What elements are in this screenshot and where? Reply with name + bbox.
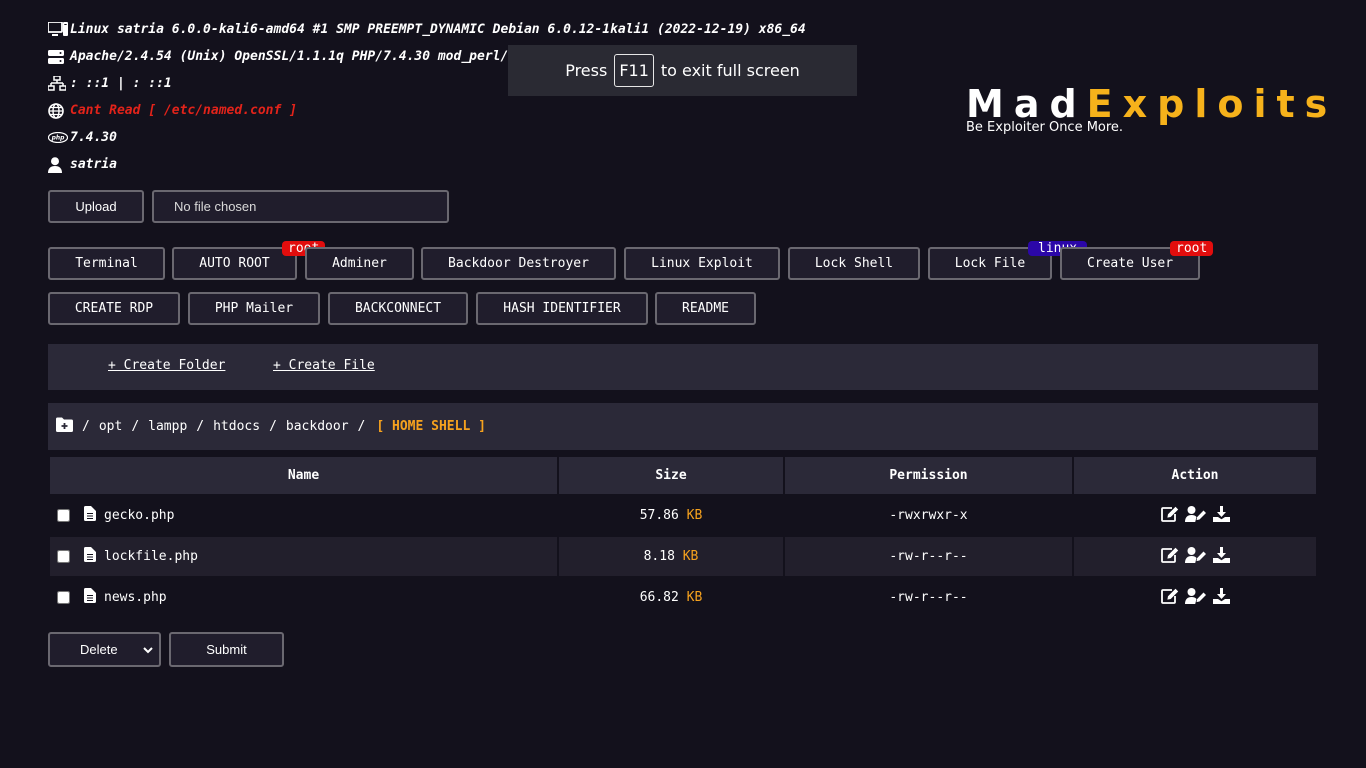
file-size: 66.82 <box>639 590 679 605</box>
auto-root-button[interactable]: AUTO ROOT <box>172 247 297 280</box>
domain-row: Cant Read [ /etc/named.conf ] <box>48 97 806 124</box>
logo: MadExploits Be Exploiter Once More. <box>966 84 1337 135</box>
bulk-action-selected: Delete <box>80 642 118 657</box>
lock-shell-button[interactable]: Lock Shell <box>788 247 920 280</box>
table-row: lockfile.php 8.18 KB -rw-r--r-- <box>50 537 1316 576</box>
system-info: Linux satria 6.0.0-kali6-amd64 #1 SMP PR… <box>48 16 806 178</box>
file-size-unit: KB <box>686 590 703 605</box>
column-header-action: Action <box>1074 457 1316 494</box>
file-icon <box>84 547 96 566</box>
submit-button[interactable]: Submit <box>169 632 284 667</box>
column-header-size: Size <box>559 457 783 494</box>
user-edit-icon[interactable] <box>1184 546 1207 567</box>
file-name[interactable]: lockfile.php <box>104 549 198 564</box>
file-chooser[interactable]: No file chosen <box>152 190 449 223</box>
ip-text: : ::1 | : ::1 <box>70 76 172 91</box>
file-icon <box>84 506 96 525</box>
desktop-icon <box>48 22 70 37</box>
uname-text: Linux satria 6.0.0-kali6-amd64 #1 SMP PR… <box>70 22 806 37</box>
breadcrumb-segment-lampp[interactable]: lampp <box>148 419 187 434</box>
download-icon[interactable] <box>1212 505 1230 526</box>
file-size: 57.86 <box>639 508 679 523</box>
file-size-unit: KB <box>682 549 699 564</box>
user-edit-icon[interactable] <box>1184 505 1207 526</box>
breadcrumb-sep: / <box>269 419 277 434</box>
breadcrumb-sep: / <box>131 419 140 434</box>
php-version-text: 7.4.30 <box>70 130 117 145</box>
hash-identifier-button[interactable]: HASH IDENTIFIER <box>476 292 648 325</box>
row-checkbox[interactable] <box>57 591 70 604</box>
user-text: satria <box>70 157 117 172</box>
user-edit-icon[interactable] <box>1184 587 1207 608</box>
table-row: news.php 66.82 KB -rw-r--r-- <box>50 578 1316 617</box>
domain-text: Cant Read [ /etc/named.conf ] <box>70 103 297 118</box>
file-table: Name Size Permission Action gecko.php 57… <box>48 455 1318 619</box>
file-name[interactable]: gecko.php <box>104 508 174 523</box>
table-row: gecko.php 57.86 KB -rwxrwxr-x <box>50 496 1316 535</box>
create-bar <box>48 344 1318 390</box>
backdoor-destroyer-button[interactable]: Backdoor Destroyer <box>421 247 616 280</box>
download-icon[interactable] <box>1212 546 1230 567</box>
terminal-button[interactable]: Terminal <box>48 247 165 280</box>
create-user-badge: root <box>1170 241 1214 256</box>
file-permission[interactable]: -rw-r--r-- <box>785 578 1072 617</box>
php-row: php 7.4.30 <box>48 124 806 151</box>
file-permission[interactable]: -rw-r--r-- <box>785 537 1072 576</box>
column-header-permission: Permission <box>785 457 1072 494</box>
bulk-action-select[interactable]: Delete <box>48 632 161 667</box>
chevron-down-icon <box>143 642 153 657</box>
fullscreen-prefix: Press <box>565 61 608 80</box>
globe-icon <box>48 102 70 119</box>
fullscreen-suffix: to exit full screen <box>660 61 800 80</box>
home-shell-link[interactable]: [ HOME SHELL ] <box>376 419 486 434</box>
file-permission[interactable]: -rwxrwxr-x <box>785 496 1072 535</box>
adminer-button[interactable]: Adminer <box>305 247 414 280</box>
uname-row: Linux satria 6.0.0-kali6-amd64 #1 SMP PR… <box>48 16 806 43</box>
edit-icon[interactable] <box>1160 547 1179 567</box>
upload-button[interactable]: Upload <box>48 190 144 223</box>
download-icon[interactable] <box>1212 587 1230 608</box>
svg-text:php: php <box>51 135 66 142</box>
row-checkbox[interactable] <box>57 509 70 522</box>
row-checkbox[interactable] <box>57 550 70 563</box>
file-size: 8.18 <box>643 549 675 564</box>
user-row: satria <box>48 151 806 178</box>
readme-button[interactable]: README <box>655 292 756 325</box>
linux-exploit-button[interactable]: Linux Exploit <box>624 247 780 280</box>
create-rdp-button[interactable]: CREATE RDP <box>48 292 180 325</box>
php-mailer-button[interactable]: PHP Mailer <box>188 292 320 325</box>
server-icon <box>48 49 70 64</box>
breadcrumb-segment-backdoor[interactable]: backdoor <box>286 419 349 434</box>
edit-icon[interactable] <box>1160 588 1179 608</box>
edit-icon[interactable] <box>1160 506 1179 526</box>
backconnect-button[interactable]: BACKCONNECT <box>328 292 468 325</box>
network-icon <box>48 76 70 91</box>
logo-part2: Exploits <box>1086 82 1338 126</box>
user-icon <box>48 156 70 173</box>
fullscreen-key: F11 <box>614 54 654 87</box>
file-icon <box>84 588 96 607</box>
breadcrumb-segment-opt[interactable]: opt <box>99 419 122 434</box>
breadcrumb-sep: / <box>357 419 366 434</box>
folder-plus-icon[interactable] <box>56 417 73 436</box>
column-header-name: Name <box>50 457 557 494</box>
breadcrumb-sep: / <box>196 419 205 434</box>
file-size-unit: KB <box>686 508 703 523</box>
breadcrumb-segment-htdocs[interactable]: htdocs <box>213 419 260 434</box>
file-name[interactable]: news.php <box>104 590 167 605</box>
fullscreen-notice: Press F11 to exit full screen <box>508 45 857 96</box>
breadcrumb: / opt / lampp / htdocs / backdoor / [ HO… <box>56 417 486 436</box>
php-icon: php <box>48 132 70 143</box>
create-folder-link[interactable]: + Create Folder <box>108 358 225 373</box>
create-file-link[interactable]: + Create File <box>273 358 375 373</box>
breadcrumb-root-sep: / <box>82 419 90 434</box>
